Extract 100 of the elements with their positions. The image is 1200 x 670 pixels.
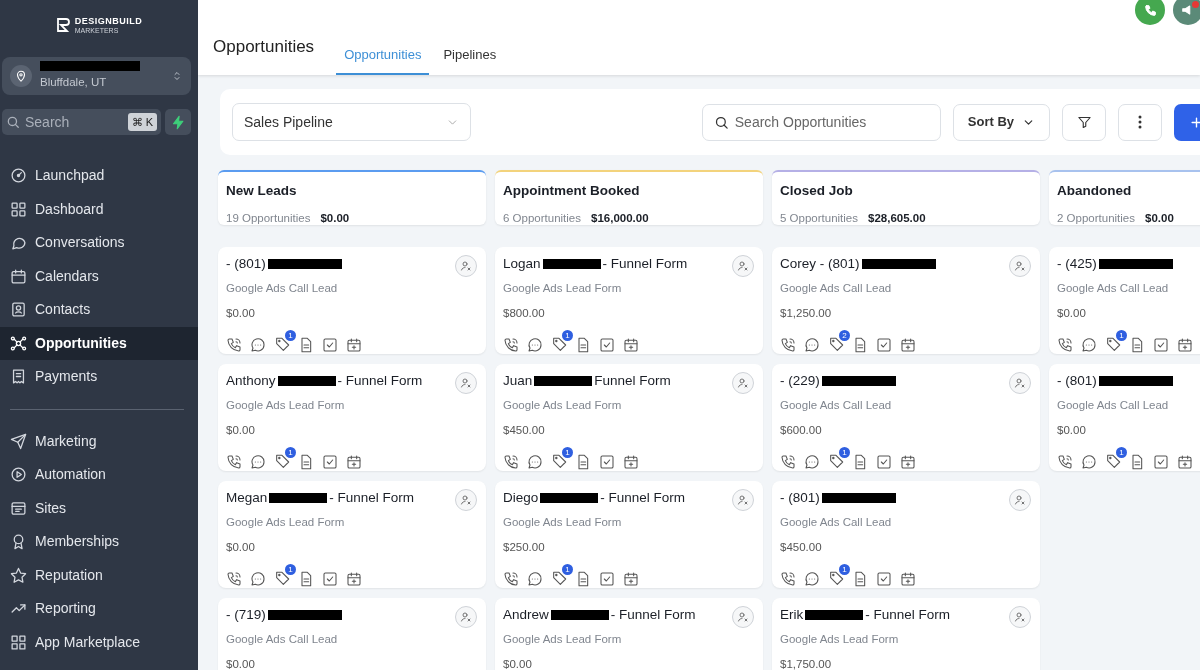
contact-name: - (425): [1057, 254, 1097, 273]
stage-name: New Leads: [226, 182, 298, 200]
sidebar-item[interactable]: Dashboard: [0, 192, 198, 226]
sidebar-item[interactable]: Opportunities: [0, 326, 198, 360]
sidebar-item[interactable]: Payments: [0, 360, 198, 394]
opportunity-card[interactable]: - (801) Google Ads Call Lead $450.00 1: [772, 481, 1040, 588]
opportunity-card[interactable]: Andrew - Funnel Form Google Ads Lead Form $0.00: [495, 598, 763, 670]
opportunity-count: 2 Opportunities: [1057, 212, 1135, 225]
lead-source: Google Ads Lead Form: [226, 398, 346, 413]
lead-source: Google Ads Lead Form: [503, 398, 623, 413]
opportunity-value: $600.00: [780, 423, 823, 439]
lead-source: Google Ads Lead Form: [503, 281, 623, 296]
tag-count-badge: 1: [562, 446, 573, 458]
opportunity-value: $1,250.00: [780, 306, 833, 322]
shortcut-key: ⌘ K: [127, 112, 157, 132]
tab[interactable]: Pipelines: [435, 44, 505, 75]
lead-form-label: - Funnel Form: [602, 254, 688, 273]
lead-form-label: - Funnel Form: [329, 488, 415, 507]
lead-source: Google Ads Call Lead: [226, 632, 339, 647]
lead-source: Google Ads Call Lead: [780, 281, 893, 296]
tag-count-badge: 1: [839, 563, 850, 575]
lead-source: Google Ads Lead Form: [503, 632, 623, 647]
sidebar-item[interactable]: Sites: [0, 491, 198, 525]
tag-count-badge: 1: [562, 563, 573, 575]
opportunity-card[interactable]: - (801) Google Ads Call Lead $0.00 1: [1049, 364, 1200, 471]
opportunity-card[interactable]: Corey - (801) Google Ads Call Lead $1,250.00 2: [772, 247, 1040, 354]
sidebar-item[interactable]: Reputation: [0, 558, 198, 592]
lead-source: Google Ads Call Lead: [780, 398, 893, 413]
tag-count-badge: 1: [1116, 329, 1127, 341]
tab[interactable]: Opportunities: [336, 44, 430, 75]
contact-name: Anthony: [226, 371, 276, 390]
lead-source: Google Ads Call Lead: [1057, 281, 1170, 296]
opportunity-value: $0.00: [503, 657, 533, 670]
tag-count-badge: 1: [562, 329, 573, 341]
tag-count-badge: 1: [839, 446, 850, 458]
sidebar-item[interactable]: Contacts: [0, 293, 198, 327]
opportunity-card[interactable]: Logan - Funnel Form Google Ads Lead Form $800.00 1: [495, 247, 763, 354]
opportunity-value: $0.00: [1057, 423, 1087, 439]
stage-name: Abandoned: [1057, 182, 1133, 200]
tag-count-badge: 1: [285, 446, 296, 458]
search-field[interactable]: Search ⌘ K: [2, 109, 161, 135]
location-switcher[interactable]: Bluffdale, UT: [2, 57, 191, 95]
opportunity-card[interactable]: - (425) Google Ads Call Lead $0.00 1: [1049, 247, 1200, 354]
opportunity-card[interactable]: Diego - Funnel Form Google Ads Lead Form $250.00 1: [495, 481, 763, 588]
opportunity-value: $0.00: [226, 540, 256, 556]
opportunity-value: $250.00: [503, 540, 546, 556]
stage-total: $0.00: [1145, 212, 1174, 225]
contact-name: Megan: [226, 488, 268, 507]
opportunity-value: $0.00: [1057, 306, 1087, 322]
opportunity-card[interactable]: Erik - Funnel Form Google Ads Lead Form $1,750.00: [772, 598, 1040, 670]
contact-name: Erik: [780, 605, 804, 624]
opportunity-value: $0.00: [226, 657, 256, 670]
contact-name: Juan: [503, 371, 533, 390]
opportunity-count: 5 Opportunities: [780, 212, 858, 225]
location-city: Bluffdale, UT: [40, 74, 108, 90]
sidebar-item[interactable]: Reporting: [0, 592, 198, 626]
sidebar-item[interactable]: Launchpad: [0, 159, 198, 193]
stage-name: Appointment Booked: [503, 182, 641, 200]
contact-name: - (719): [226, 605, 266, 624]
sort-button[interactable]: Sort By: [952, 103, 1050, 141]
lead-source: Google Ads Lead Form: [226, 515, 346, 530]
lead-form-label: - Funnel Form: [865, 605, 951, 624]
opportunity-card[interactable]: Juan Funnel Form Google Ads Lead Form $450.00 1: [495, 364, 763, 471]
sidebar-item[interactable]: Memberships: [0, 525, 198, 559]
opportunity-card[interactable]: - (229) Google Ads Call Lead $600.00 1: [772, 364, 1040, 471]
stage-total: $16,000.00: [591, 212, 649, 225]
stage-name: Closed Job: [780, 182, 854, 200]
contact-name: Logan: [503, 254, 541, 273]
sidebar-item[interactable]: Marketing: [0, 424, 198, 458]
opportunity-value: $0.00: [226, 306, 256, 322]
opportunity-card[interactable]: Megan - Funnel Form Google Ads Lead Form $0.00 1: [218, 481, 486, 588]
contact-name: Corey - (801): [780, 254, 860, 273]
brand-name: DESIGNBUILD: [74, 16, 143, 26]
tag-count-badge: 1: [285, 329, 296, 341]
tag-count-badge: 1: [285, 563, 296, 575]
opportunity-card[interactable]: - (801) Google Ads Call Lead $0.00 1: [218, 247, 486, 354]
pipeline-dropdown[interactable]: Sales Pipeline: [232, 103, 471, 141]
stage-total: $28,605.00: [868, 212, 926, 225]
opportunity-card[interactable]: - (719) Google Ads Call Lead $0.00: [218, 598, 486, 670]
sidebar-item[interactable]: Conversations: [0, 226, 198, 260]
lead-source: Google Ads Call Lead: [780, 515, 893, 530]
page-title: Opportunities: [213, 35, 315, 58]
lead-source: Google Ads Lead Form: [503, 515, 623, 530]
search-placeholder: Search: [25, 112, 70, 132]
sidebar-item[interactable]: Automation: [0, 458, 198, 492]
opportunity-value: $450.00: [503, 423, 546, 439]
search-field[interactable]: Search Opportunities: [701, 103, 941, 141]
opportunity-card[interactable]: Anthony - Funnel Form Google Ads Lead Form $0.00 1: [218, 364, 486, 471]
lead-source: Google Ads Lead Form: [780, 632, 900, 647]
sidebar-item[interactable]: App Marketplace: [0, 625, 198, 659]
lead-form-label: Funnel Form: [594, 371, 671, 390]
sidebar-item[interactable]: Calendars: [0, 259, 198, 293]
lead-form-label: - Funnel Form: [600, 488, 686, 507]
stage-total: $0.00: [320, 212, 350, 225]
opportunity-value: $450.00: [780, 540, 823, 556]
tag-count-badge: 2: [839, 329, 850, 341]
opportunity-count: 6 Opportunities: [503, 212, 581, 225]
lead-form-label: - Funnel Form: [610, 605, 696, 624]
contact-name: Andrew: [503, 605, 549, 624]
contact-name: - (801): [1057, 371, 1097, 390]
